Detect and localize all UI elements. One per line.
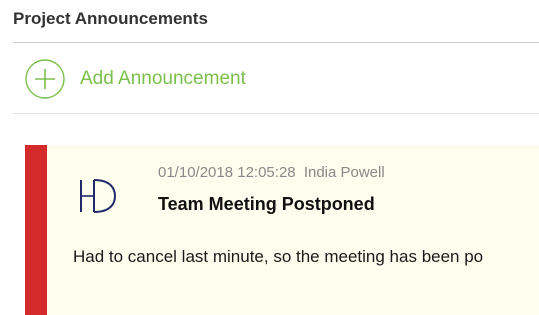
announcement-card[interactable]: 01/10/2018 12:05:28 India Powell Team Me… xyxy=(25,145,539,315)
announcements-page: Project Announcements Add Announcement 0… xyxy=(0,0,539,315)
announcement-body: Had to cancel last minute, so the meetin… xyxy=(73,247,484,266)
announcement-title: Team Meeting Postponed xyxy=(158,194,375,214)
add-announcement-label[interactable]: Add Announcement xyxy=(80,68,246,90)
title-divider xyxy=(13,42,539,43)
author-avatar-monogram xyxy=(80,179,117,213)
section-title: Project Announcements xyxy=(13,9,208,28)
add-announcement-button[interactable]: Add Announcement xyxy=(25,57,246,101)
announcement-author: India Powell xyxy=(303,164,385,181)
list-divider xyxy=(13,113,539,114)
plus-circle-icon[interactable] xyxy=(25,59,65,99)
announcement-timestamp: 01/10/2018 12:05:28 xyxy=(158,164,296,181)
announcement-meta: 01/10/2018 12:05:28 India Powell xyxy=(158,164,385,181)
